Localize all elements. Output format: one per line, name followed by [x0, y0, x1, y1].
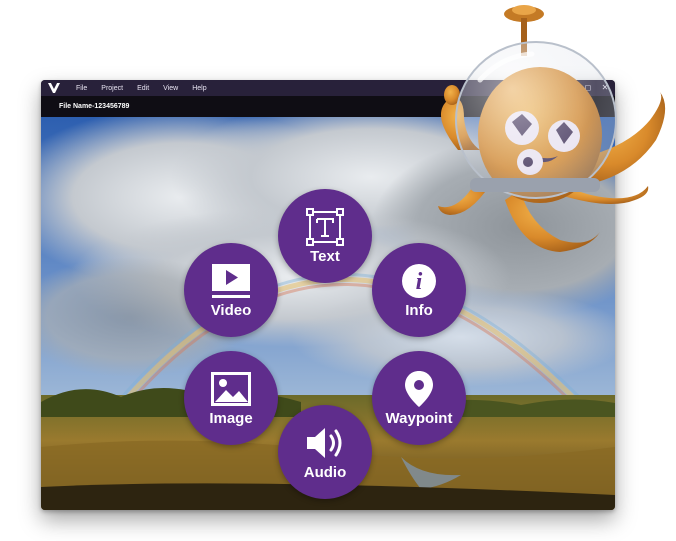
menu-project[interactable]: Project — [101, 85, 123, 92]
video-button[interactable]: Video — [184, 243, 278, 337]
file-name: File Name-123456789 — [59, 103, 130, 110]
audio-button[interactable]: Audio — [278, 405, 372, 499]
image-button[interactable]: Image — [184, 351, 278, 445]
image-label: Image — [209, 410, 253, 427]
info-icon: i — [400, 261, 438, 301]
info-label: Info — [405, 302, 433, 319]
text-tool-icon — [306, 207, 344, 247]
stage: File Project Edit View Help – ◻ ✕ File N… — [0, 0, 676, 541]
speaker-icon — [305, 423, 345, 463]
menu-view[interactable]: View — [163, 85, 178, 92]
octopus-mascot — [438, 5, 666, 252]
menu-file[interactable]: File — [76, 85, 87, 92]
map-pin-icon — [402, 369, 436, 409]
image-icon — [211, 369, 251, 409]
video-label: Video — [210, 302, 252, 319]
waypoint-label: Waypoint — [385, 410, 453, 427]
menu-help[interactable]: Help — [192, 85, 206, 92]
audio-label: Audio — [303, 464, 347, 481]
menu-edit[interactable]: Edit — [137, 85, 149, 92]
text-tool-label: Text — [310, 248, 340, 265]
video-player-icon — [211, 261, 251, 301]
svg-text:i: i — [416, 269, 423, 295]
waypoint-button[interactable]: Waypoint — [372, 351, 466, 445]
text-tool-button[interactable]: Text — [278, 189, 372, 283]
app-logo-icon — [48, 80, 64, 96]
